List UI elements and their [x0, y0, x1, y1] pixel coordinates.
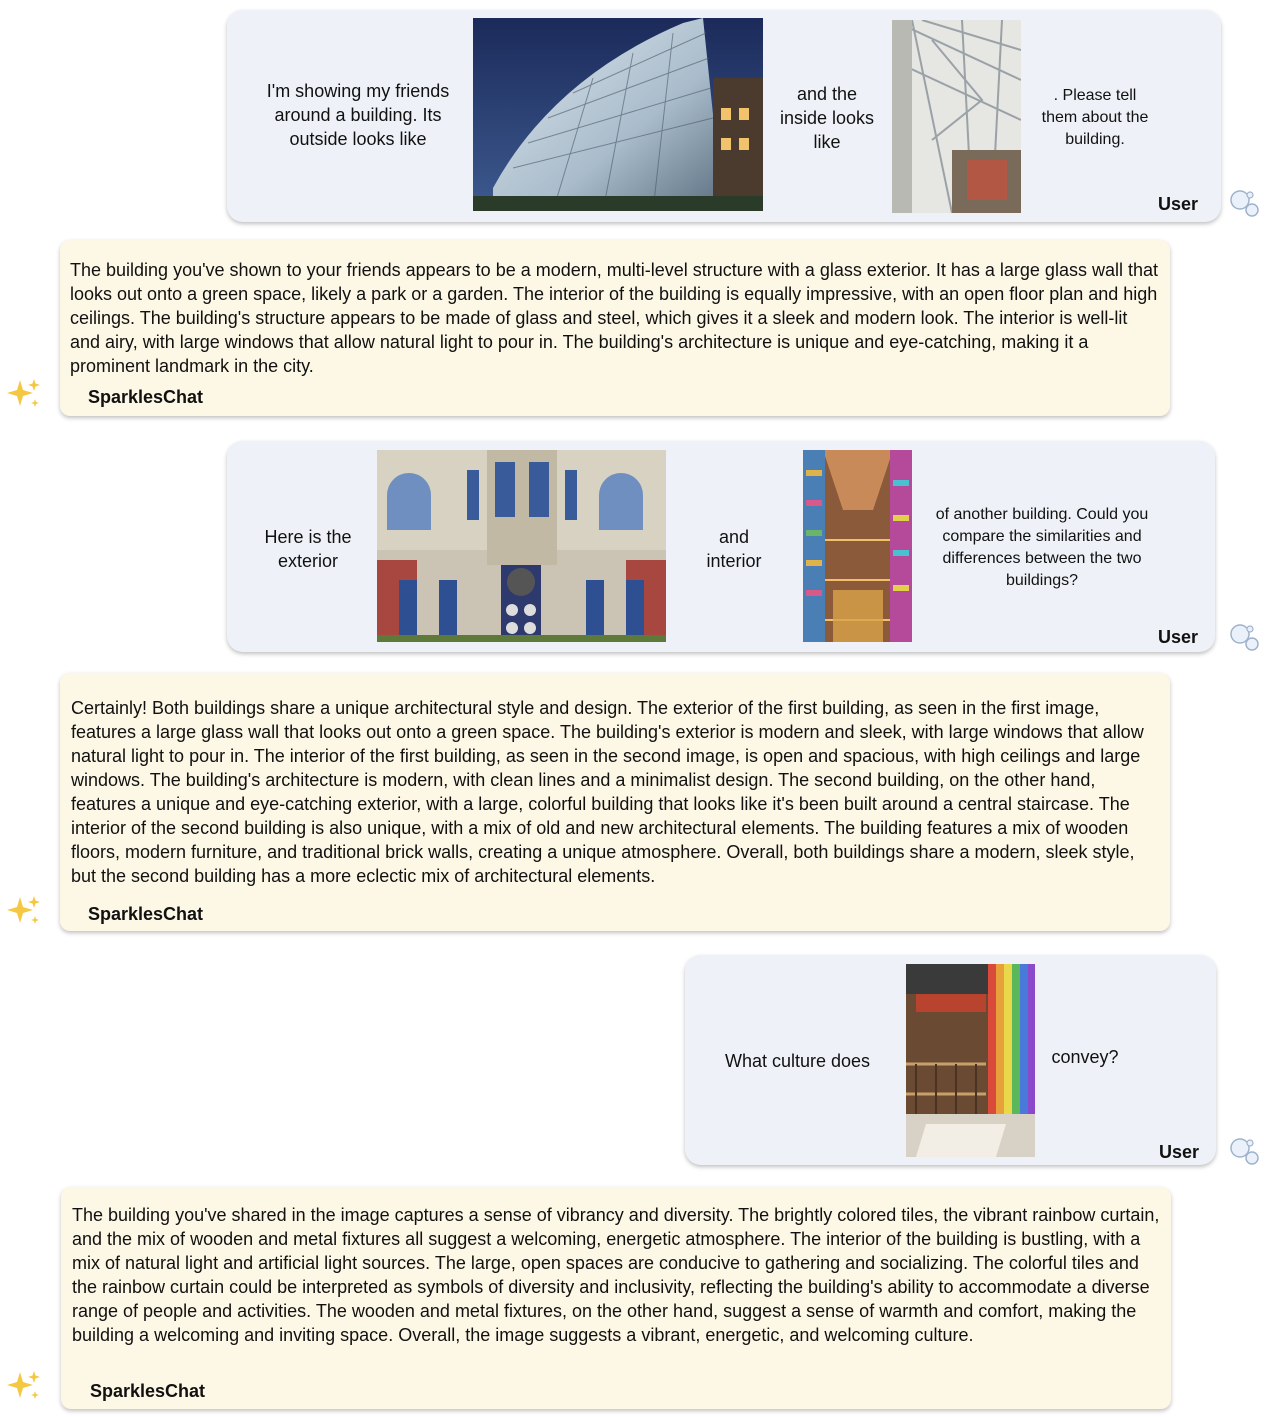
user-message-text: I'm showing my friends around a building… — [266, 81, 450, 149]
bot-message-3: The building you've shared in the image … — [61, 1187, 1171, 1409]
user-message-text: Here is the exterior — [264, 527, 352, 571]
brick-building-exterior-image — [377, 450, 666, 642]
bot-message-text: The building you've shown to your friend… — [70, 260, 1158, 376]
user-message-text: and interior — [706, 527, 762, 571]
sparkles-icon — [6, 893, 42, 929]
bubbles-icon — [1228, 620, 1264, 656]
user-message-2: Here is the exterior and interior of ano… — [227, 441, 1215, 652]
colorful-atrium-interior-image — [803, 450, 912, 642]
role-label-user: User — [1159, 1142, 1200, 1162]
sparkles-icon — [6, 1368, 42, 1404]
rainbow-curtain-interior-image — [906, 964, 1035, 1157]
bot-message-2: Certainly! Both buildings share a unique… — [60, 673, 1170, 931]
bot-message-text: The building you've shared in the image … — [72, 1205, 1160, 1345]
user-message-3: What culture does convey? User — [685, 955, 1216, 1165]
role-label-bot: SparklesChat — [90, 1381, 206, 1401]
role-label-bot: SparklesChat — [88, 904, 204, 924]
user-message-text: . Please tell them about the building. — [1041, 87, 1149, 148]
user-message-text: convey? — [1051, 1047, 1119, 1067]
role-label-user: User — [1158, 627, 1199, 647]
bubbles-icon — [1228, 1134, 1264, 1170]
user-message-1: I'm showing my friends around a building… — [227, 10, 1221, 222]
user-message-text: of another building. Could you compare t… — [935, 506, 1149, 589]
glass-building-interior-image — [892, 20, 1021, 213]
user-message-text: What culture does — [724, 1051, 871, 1071]
bot-message-text: Certainly! Both buildings share a unique… — [71, 698, 1144, 886]
glass-building-exterior-image — [473, 18, 763, 211]
bot-message-1: The building you've shown to your friend… — [60, 240, 1170, 416]
role-label-bot: SparklesChat — [88, 387, 204, 407]
bubbles-icon — [1228, 186, 1264, 222]
sparkles-icon — [6, 376, 42, 412]
role-label-user: User — [1158, 194, 1199, 214]
user-message-text: and the inside looks like — [779, 84, 875, 152]
